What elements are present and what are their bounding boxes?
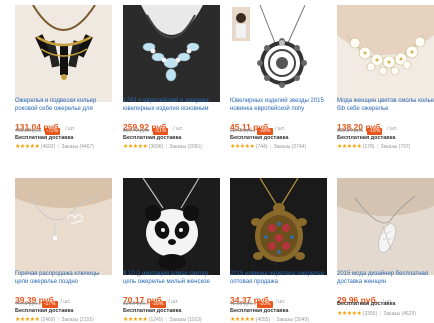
separator: | (165, 317, 167, 323)
product-image[interactable] (123, 178, 220, 275)
price-row: 29,96 руб. / шт. (337, 290, 434, 305)
discount-badge: -18% (366, 128, 383, 135)
price-row: 131,04 руб. / шт. (15, 117, 115, 132)
free-shipping-label: Бесплатная доставка (15, 135, 74, 141)
product-title[interactable]: 2015 мода дизайнер бесплатная доставка ж… (337, 270, 434, 286)
order-count[interactable]: Заказы (797) (381, 144, 411, 150)
product-title[interactable]: 2015 новинка черепаха ожерелье оптовая п… (230, 270, 329, 286)
review-count[interactable]: (4055) (256, 317, 270, 323)
rating-row: ★★★★★ (178) | Заказы (797) (337, 143, 410, 150)
separator: | (272, 317, 274, 323)
separator: | (165, 144, 167, 150)
separator: | (57, 317, 59, 323)
old-price: 168,54 руб. (337, 128, 364, 134)
rating-stars-icon: ★★★★★ (15, 144, 40, 150)
rating-row: ★★★★★ (4602) | Заказы (4467) (15, 143, 94, 150)
product-title[interactable]: Мода женщин цветов смолы колье бib себе … (337, 97, 434, 113)
price-row: 45,11 руб. / шт. (230, 117, 330, 132)
old-price: 469,52 руб. (15, 128, 42, 134)
rating-stars-icon: ★★★★★ (123, 144, 148, 150)
free-shipping-label: Бесплатная доставка (15, 308, 74, 314)
order-count[interactable]: Заказы (4467) (61, 144, 94, 150)
discount-badge: -17% (41, 301, 58, 308)
separator: | (376, 144, 379, 150)
review-count[interactable]: (178) (363, 144, 375, 150)
free-shipping-label: Бесплатная доставка (337, 301, 396, 307)
order-count[interactable]: Заказы (2091) (169, 144, 202, 150)
product-image[interactable] (15, 178, 112, 275)
price-row: 39,39 руб. / шт. (15, 290, 115, 305)
product-title[interactable]: Горячая распродажа ключицы цепи ожерелье… (15, 270, 114, 286)
discount-badge: -72% (44, 128, 61, 135)
rating-stars-icon: ★★★★★ (337, 311, 362, 317)
rating-stars-icon: ★★★★★ (123, 317, 148, 323)
review-count[interactable]: (4602) (41, 144, 55, 150)
product-image[interactable] (230, 178, 327, 275)
product-image[interactable] (337, 5, 434, 102)
rating-stars-icon: ★★★★★ (15, 317, 40, 323)
price-row: 138,20 руб. / шт. (337, 117, 434, 132)
review-count[interactable]: (744) (256, 144, 268, 150)
rating-row: ★★★★★ (3096) | Заказы (2091) (123, 143, 202, 150)
free-shipping-label: Бесплатная доставка (230, 135, 289, 141)
order-count[interactable]: Заказы (1163) (169, 317, 201, 323)
discount-badge: -28% (256, 128, 273, 135)
old-price: 83,54 руб. (123, 301, 147, 307)
order-count[interactable]: Заказы (2155) (61, 317, 94, 323)
price-row: 259,92 руб. / шт. (123, 117, 223, 132)
discount-badge: -20% (256, 301, 273, 308)
product-image[interactable] (15, 5, 112, 102)
product-image[interactable] (337, 178, 434, 275)
free-shipping-label: Бесплатная доставка (123, 308, 182, 314)
price-row: 34,37 руб. / шт. (230, 290, 330, 305)
free-shipping-label: Бесплатная доставка (123, 135, 182, 141)
price-row: 70,17 руб. / шт. (123, 290, 223, 305)
product-title[interactable]: 1743 # европейский и америка ювелирных и… (123, 97, 222, 113)
product-image[interactable] (230, 5, 327, 102)
separator: | (269, 144, 272, 150)
rating-stars-icon: ★★★★★ (230, 144, 255, 150)
rating-row: ★★★★★ (2469) | Заказы (2155) (15, 316, 94, 323)
review-count[interactable]: (3355) (363, 311, 377, 317)
review-count[interactable]: (2469) (41, 317, 55, 323)
product-image[interactable] (123, 5, 220, 102)
discount-badge: -51% (152, 128, 169, 135)
product-title[interactable]: Ювелирных изделий звезды 2015 новинка ев… (230, 97, 329, 113)
rating-row: ★★★★★ (1245) | Заказы (1163) (123, 316, 202, 323)
free-shipping-label: Бесплатная доставка (230, 308, 289, 314)
rating-row: ★★★★★ (4055) | Заказы (3049) (230, 316, 309, 323)
rating-stars-icon: ★★★★★ (337, 144, 362, 150)
product-title[interactable]: Ожерелья и подвески кольер роковой себе … (15, 97, 114, 113)
rating-row: ★★★★★ (744) | Заказы (2744) (230, 143, 306, 150)
order-count[interactable]: Заказы (2744) (274, 144, 307, 150)
old-price: 62,45 руб. (230, 128, 254, 134)
rating-stars-icon: ★★★★★ (230, 317, 255, 323)
rating-row: ★★★★★ (3355) | Заказы (4629) (337, 310, 416, 317)
review-count[interactable]: (3096) (149, 144, 163, 150)
review-count[interactable]: (1245) (149, 317, 163, 323)
order-count[interactable]: Заказы (3049) (276, 317, 309, 323)
product-title[interactable]: $ 10 () имитация алмаз свитер цепь ожере… (123, 270, 222, 286)
old-price: 530,46 руб. (123, 128, 150, 134)
separator: | (57, 144, 59, 150)
order-count[interactable]: Заказы (4629) (383, 311, 416, 317)
separator: | (379, 311, 381, 317)
discount-badge: -16% (149, 301, 166, 308)
free-shipping-label: Бесплатная доставка (337, 135, 396, 141)
old-price: 47,46 руб. (15, 301, 39, 307)
old-price: 42,96 руб. (230, 301, 254, 307)
